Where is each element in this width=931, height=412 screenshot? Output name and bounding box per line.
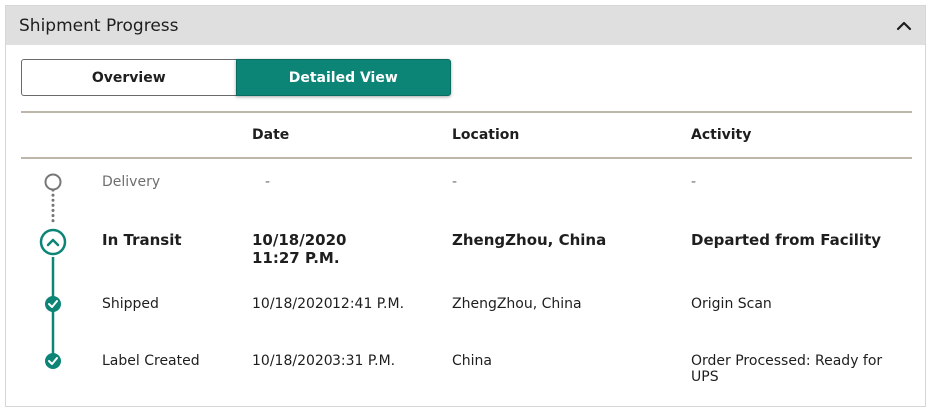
location-cell: ZhengZhou, China [452, 296, 582, 312]
activity-header: Activity [691, 127, 752, 143]
panel-title: Shipment Progress [19, 15, 179, 36]
progress-track [39, 173, 67, 369]
time-cell: 11:27 P.M. [252, 249, 340, 267]
status-label: Delivery [102, 174, 161, 190]
completed-step-icon [45, 353, 61, 369]
location-cell: China [452, 353, 492, 369]
status-label: Label Created [102, 353, 200, 369]
status-label: In Transit [102, 231, 182, 249]
date-cell: 10/18/2020 [252, 296, 333, 312]
status-label: Shipped [102, 296, 159, 312]
table-header: Date Location Activity [21, 113, 912, 159]
table-body: Delivery - - - In Transit 10/18/2020 11:… [21, 159, 912, 409]
date-header: Date [252, 127, 290, 143]
completed-step-icon [45, 296, 61, 312]
date-cell: 10/18/2020 [252, 231, 347, 249]
date-cell: - [265, 174, 271, 190]
location-cell: ZhengZhou, China [452, 231, 607, 249]
location-cell: - [452, 174, 458, 190]
collapse-button[interactable] [893, 15, 915, 37]
overview-tab[interactable]: Overview [21, 59, 236, 96]
time-cell: 3:31 P.M. [332, 353, 396, 369]
location-header: Location [452, 127, 520, 143]
chevron-up-icon [896, 21, 912, 30]
shipment-progress-panel: Shipment Progress Overview Detailed View… [5, 5, 926, 407]
activity-cell: Origin Scan [691, 296, 772, 312]
activity-cell: - [691, 174, 697, 190]
detailed-view-tab[interactable]: Detailed View [235, 59, 451, 96]
shipment-table: Date Location Activity Delivery - - - In… [21, 111, 912, 409]
panel-header[interactable]: Shipment Progress [6, 6, 925, 45]
date-cell: 10/18/2020 [252, 353, 333, 369]
current-step-icon [39, 228, 67, 256]
view-toggle: Overview Detailed View [21, 59, 451, 96]
time-cell: 12:41 P.M. [332, 296, 405, 312]
activity-cell: Order Processed: Ready for UPS [691, 353, 883, 385]
activity-cell: Departed from Facility [691, 231, 882, 249]
pending-step-icon [44, 173, 62, 191]
